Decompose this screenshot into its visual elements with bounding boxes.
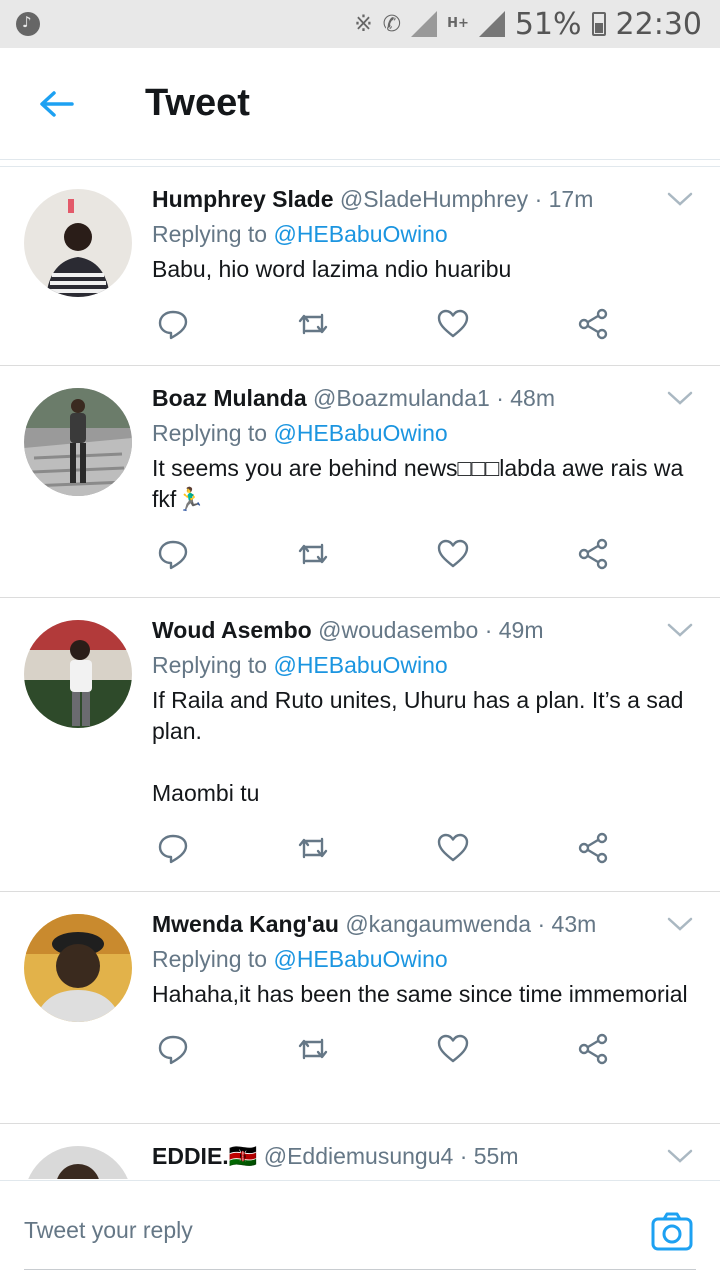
reply-list[interactable]: Humphrey Slade @SladeHumphrey · 17m Repl… bbox=[0, 167, 720, 1179]
replying-to: Replying to @HEBabuOwino bbox=[152, 945, 700, 973]
handle[interactable]: @Eddiemusungu4 bbox=[264, 1143, 454, 1169]
separator: · bbox=[496, 385, 504, 411]
mention-link[interactable]: @HEBabuOwino bbox=[273, 420, 447, 446]
action-bar bbox=[152, 285, 700, 375]
tweet-text: Hahaha,it has been the same since time i… bbox=[152, 981, 688, 1007]
separator: · bbox=[537, 911, 546, 937]
status-bar: ※ ✆ H+ 51% 22:30 bbox=[0, 0, 720, 48]
reply-composer: Tweet your reply bbox=[0, 1180, 720, 1280]
clock: 22:30 bbox=[615, 6, 702, 42]
avatar[interactable] bbox=[24, 1146, 132, 1179]
bluetooth-icon: ※ bbox=[354, 11, 373, 37]
avatar[interactable] bbox=[24, 620, 132, 728]
tweet[interactable]: Mwenda Kang'au @kangaumwenda · 43m Reply… bbox=[0, 892, 720, 1124]
network-type: H+ bbox=[447, 16, 469, 31]
tweet-text: If Raila and Ruto unites, Uhuru has a pl… bbox=[152, 687, 684, 806]
separator: · bbox=[459, 1143, 468, 1169]
input-underline bbox=[24, 1269, 696, 1270]
display-name[interactable]: Boaz Mulanda bbox=[152, 385, 307, 411]
avatar[interactable] bbox=[24, 189, 132, 297]
retweet-icon[interactable] bbox=[296, 831, 330, 865]
handle[interactable]: @SladeHumphrey bbox=[340, 186, 528, 212]
camera-icon[interactable] bbox=[650, 1211, 694, 1253]
tweet[interactable]: Humphrey Slade @SladeHumphrey · 17m Repl… bbox=[0, 167, 720, 366]
tweet-text: It seems you are behind news□□□labda awe… bbox=[152, 455, 684, 512]
share-icon[interactable] bbox=[576, 307, 610, 341]
replying-to: Replying to @HEBabuOwino bbox=[152, 220, 700, 248]
top-app-bar: Tweet bbox=[0, 48, 720, 160]
reply-input[interactable]: Tweet your reply bbox=[24, 1217, 193, 1244]
share-icon[interactable] bbox=[576, 831, 610, 865]
tweet-header: EDDIE.🇰🇪 @Eddiemusungu4 · 55m bbox=[152, 1142, 700, 1170]
avatar[interactable] bbox=[24, 388, 132, 496]
share-icon[interactable] bbox=[576, 1032, 610, 1066]
handle[interactable]: @kangaumwenda bbox=[345, 911, 531, 937]
music-notification-icon bbox=[16, 12, 40, 36]
timestamp: 55m bbox=[473, 1143, 519, 1169]
separator: · bbox=[534, 186, 543, 212]
like-heart-icon[interactable] bbox=[436, 307, 470, 341]
tweet-text: Babu, hio word lazima ndio huaribu bbox=[152, 256, 512, 282]
battery-percent: 51% bbox=[514, 6, 582, 42]
chevron-down-icon[interactable] bbox=[666, 914, 694, 934]
battery-icon bbox=[591, 12, 606, 36]
tweet-header: Boaz Mulanda @Boazmulanda1 · 48m bbox=[152, 384, 700, 412]
chevron-down-icon[interactable] bbox=[666, 388, 694, 408]
retweet-icon[interactable] bbox=[296, 537, 330, 571]
chevron-down-icon[interactable] bbox=[666, 1146, 694, 1166]
avatar[interactable] bbox=[24, 914, 132, 1022]
display-name[interactable]: EDDIE.🇰🇪 bbox=[152, 1143, 257, 1169]
handle[interactable]: @woudasembo bbox=[318, 617, 478, 643]
back-arrow-icon[interactable] bbox=[36, 84, 76, 124]
tweet[interactable]: Woud Asembo @woudasembo · 49m Replying t… bbox=[0, 598, 720, 892]
display-name[interactable]: Woud Asembo bbox=[152, 617, 312, 643]
like-heart-icon[interactable] bbox=[436, 831, 470, 865]
handle[interactable]: @Boazmulanda1 bbox=[313, 385, 490, 411]
display-name[interactable]: Humphrey Slade bbox=[152, 186, 334, 212]
reply-icon[interactable] bbox=[156, 831, 190, 865]
replying-label: Replying to bbox=[152, 652, 268, 678]
mention-link[interactable]: @HEBabuOwino bbox=[273, 946, 447, 972]
timestamp: 43m bbox=[551, 911, 597, 937]
like-heart-icon[interactable] bbox=[436, 537, 470, 571]
reply-icon[interactable] bbox=[156, 307, 190, 341]
page-title: Tweet bbox=[145, 82, 250, 124]
tweet-header: Mwenda Kang'au @kangaumwenda · 43m bbox=[152, 910, 700, 938]
display-name[interactable]: Mwenda Kang'au bbox=[152, 911, 339, 937]
replying-label: Replying to bbox=[152, 221, 268, 247]
replying-to: Replying to @HEBabuOwino bbox=[152, 651, 700, 679]
timestamp: 17m bbox=[548, 186, 594, 212]
tweet-header: Woud Asembo @woudasembo · 49m bbox=[152, 616, 700, 644]
chevron-down-icon[interactable] bbox=[666, 620, 694, 640]
action-bar bbox=[152, 809, 700, 899]
like-heart-icon[interactable] bbox=[436, 1032, 470, 1066]
retweet-icon[interactable] bbox=[296, 307, 330, 341]
replying-label: Replying to bbox=[152, 420, 268, 446]
timestamp: 48m bbox=[510, 385, 556, 411]
signal-strength-icon bbox=[478, 11, 505, 37]
retweet-icon[interactable] bbox=[296, 1032, 330, 1066]
reply-icon[interactable] bbox=[156, 1032, 190, 1066]
action-bar bbox=[152, 515, 700, 605]
chevron-down-icon[interactable] bbox=[666, 189, 694, 209]
mention-link[interactable]: @HEBabuOwino bbox=[273, 652, 447, 678]
timestamp: 49m bbox=[498, 617, 544, 643]
signal-icon bbox=[411, 11, 438, 37]
reply-icon[interactable] bbox=[156, 537, 190, 571]
status-icons: ※ ✆ H+ 51% 22:30 bbox=[354, 6, 702, 42]
tweet-header: Humphrey Slade @SladeHumphrey · 17m bbox=[152, 185, 700, 213]
separator: · bbox=[484, 617, 493, 643]
action-bar bbox=[152, 1010, 700, 1100]
replying-label: Replying to bbox=[152, 946, 268, 972]
replying-to: Replying to @HEBabuOwino bbox=[152, 419, 700, 447]
phone-icon: ✆ bbox=[382, 11, 402, 37]
mention-link[interactable]: @HEBabuOwino bbox=[273, 221, 447, 247]
share-icon[interactable] bbox=[576, 537, 610, 571]
tweet[interactable]: EDDIE.🇰🇪 @Eddiemusungu4 · 55m bbox=[0, 1124, 720, 1179]
tweet[interactable]: Boaz Mulanda @Boazmulanda1 · 48m Replyin… bbox=[0, 366, 720, 598]
